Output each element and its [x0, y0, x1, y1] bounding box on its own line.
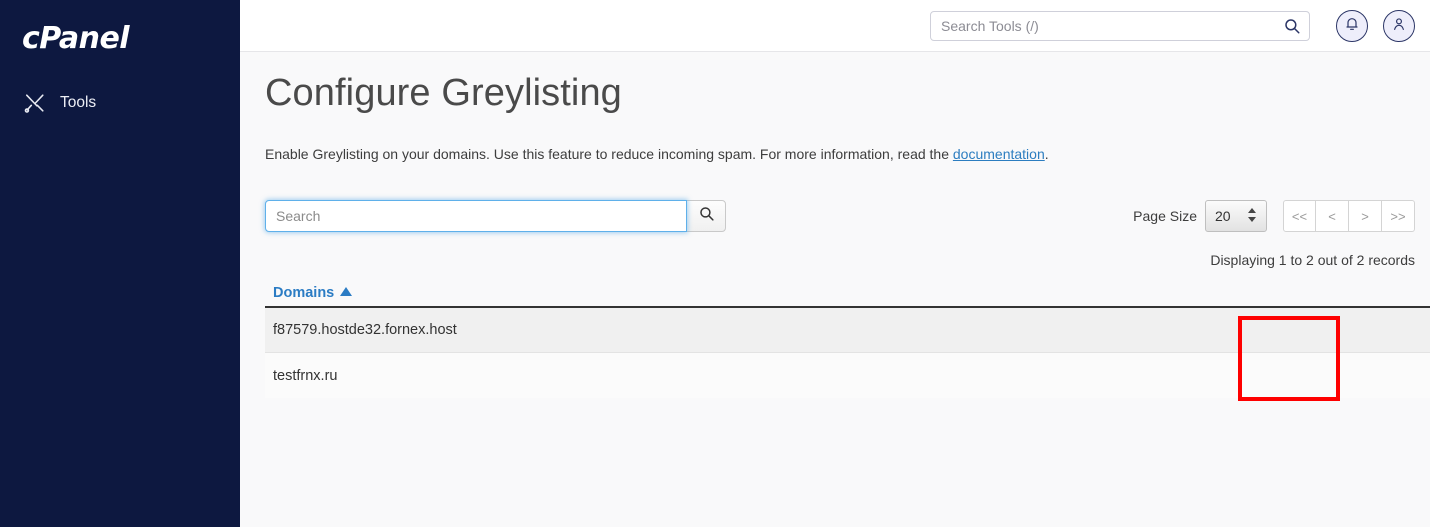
table-header-row: Domains Status — [265, 280, 1430, 308]
previous-page-button[interactable]: < — [1316, 200, 1349, 232]
documentation-link[interactable]: documentation — [953, 146, 1045, 162]
user-icon — [1391, 16, 1407, 37]
search-input[interactable] — [265, 200, 687, 232]
main-area: Configure Greylisting Enable Greylisting… — [240, 0, 1430, 527]
last-page-button[interactable]: >> — [1382, 200, 1415, 232]
account-button[interactable] — [1383, 10, 1415, 42]
cpanel-logo[interactable]: cPanel — [22, 21, 130, 56]
column-header-domains-label: Domains — [273, 285, 335, 301]
spinner-arrows-icon[interactable] — [1248, 208, 1257, 226]
page-description: Enable Greylisting on your domains. Use … — [265, 146, 1049, 162]
page-size-label: Page Size — [1133, 208, 1197, 224]
sort-ascending-icon — [340, 287, 353, 296]
next-page-button[interactable]: > — [1349, 200, 1382, 232]
cpanel-logo-text: cPanel — [22, 21, 130, 56]
page-content: Configure Greylisting Enable Greylisting… — [240, 52, 1430, 527]
domains-table: Domains Status — [265, 280, 1430, 398]
search-icon[interactable] — [1283, 17, 1301, 35]
column-header-domains[interactable]: Domains — [273, 285, 1430, 301]
search-button[interactable] — [686, 200, 726, 232]
search-icon — [698, 205, 715, 227]
sidebar-item-tools[interactable]: Tools — [0, 86, 240, 120]
sidebar: cPanel Tools — [0, 0, 240, 527]
page-description-suffix: . — [1044, 146, 1049, 162]
first-page-button[interactable]: << — [1283, 200, 1316, 232]
cpanel-app-window: cPanel Tools Search Tools (/) Configure … — [0, 0, 1430, 527]
page-size-select[interactable]: 20 — [1205, 200, 1267, 232]
page-size-value: 20 — [1215, 208, 1231, 224]
bell-icon — [1344, 16, 1360, 37]
domain-name: f87579.hostde32.fornex.host — [273, 322, 457, 338]
notifications-button[interactable] — [1336, 10, 1368, 42]
sidebar-item-label-tools: Tools — [60, 94, 97, 111]
global-search-input[interactable] — [930, 11, 1310, 41]
top-header-bar — [240, 0, 1430, 52]
page-description-text: Enable Greylisting on your domains. Use … — [265, 146, 953, 162]
pagination-controls: Page Size 20 << < > >> — [1133, 200, 1415, 232]
table-filter-row — [265, 200, 726, 232]
tools-icon — [24, 92, 46, 114]
page-title: Configure Greylisting — [265, 72, 622, 114]
table-row: testfrnx.ru On Off — [265, 353, 1430, 398]
global-search-wrapper — [930, 11, 1310, 41]
domain-name: testfrnx.ru — [273, 367, 338, 384]
pager-buttons: << < > >> — [1283, 200, 1415, 232]
table-row: f87579.hostde32.fornex.host On Off — [265, 308, 1430, 353]
records-count-text: Displaying 1 to 2 out of 2 records — [1210, 252, 1415, 268]
